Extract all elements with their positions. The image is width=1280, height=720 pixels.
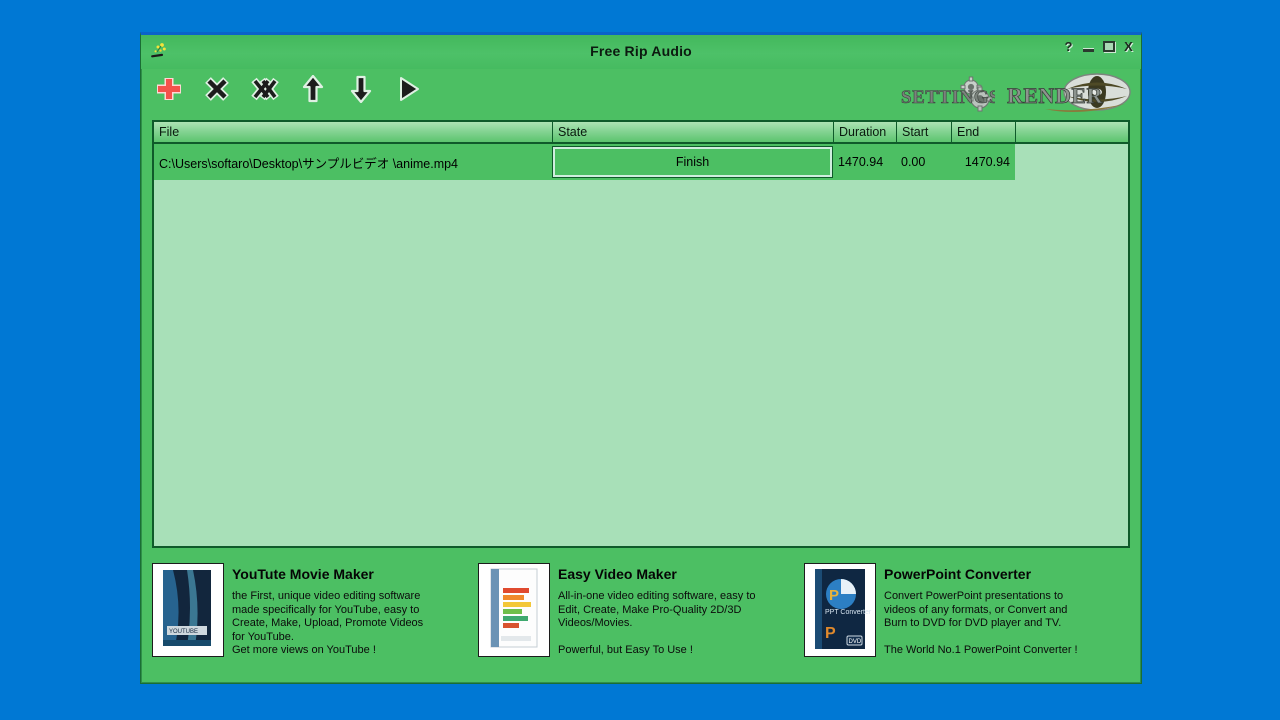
ad-youtube-movie-maker[interactable]: YOUTUBE YouTute Movie Maker the First, u…: [152, 560, 452, 676]
ad-title: Easy Video Maker: [558, 566, 677, 582]
column-header-duration[interactable]: Duration: [833, 122, 896, 142]
close-button[interactable]: X: [1122, 40, 1135, 53]
ad-easy-video-maker[interactable]: Easy Video Maker All-in-one video editin…: [478, 560, 778, 676]
column-header-start[interactable]: Start: [896, 122, 951, 142]
cell-end: 1470.94: [964, 155, 1010, 169]
ad-description: the First, unique video editing software…: [232, 590, 424, 656]
help-icon: ?: [1064, 39, 1073, 54]
ad-title: PowerPoint Converter: [884, 566, 1032, 582]
double-x-icon: [251, 77, 279, 101]
move-down-button[interactable]: [345, 73, 377, 105]
help-button[interactable]: ?: [1062, 40, 1075, 53]
ad-text-block: Easy Video Maker All-in-one video editin…: [558, 560, 756, 676]
ad-description: Convert PowerPoint presentations to vide…: [884, 590, 1078, 656]
ad-powerpoint-converter[interactable]: P PPT Converter P DVD PowerPoint Convert…: [804, 560, 1104, 676]
toolbar: SETTINGS RENDER: [141, 69, 1141, 119]
maximize-icon: [1102, 41, 1115, 52]
svg-text:DVD: DVD: [849, 639, 862, 645]
svg-text:PPT Converter: PPT Converter: [825, 609, 872, 616]
minimize-button[interactable]: [1082, 40, 1095, 53]
column-header-end[interactable]: End: [951, 122, 1015, 142]
file-list[interactable]: File State Duration Start End C:\Users\s…: [152, 120, 1130, 548]
settings-label: SETTINGS: [901, 87, 995, 108]
ad-text-block: YouTute Movie Maker the First, unique vi…: [232, 560, 423, 676]
column-header-file[interactable]: File: [154, 122, 552, 142]
render-button[interactable]: RENDER: [1005, 73, 1135, 117]
arrow-up-icon: [302, 75, 324, 103]
plus-icon: [157, 78, 181, 100]
caption-button-group: ? X: [1062, 40, 1135, 53]
promo-banner-area: YOUTUBE YouTute Movie Maker the First, u…: [152, 560, 1130, 676]
cell-duration: 1470.94: [838, 155, 884, 169]
powerpoint-converter-box-art: P PPT Converter P DVD: [804, 563, 876, 657]
column-header-spacer: [1015, 122, 1125, 142]
svg-text:YOUTUBE: YOUTUBE: [169, 629, 198, 635]
cell-file: C:\Users\softaro\Desktop\サンプルビデオ \anime.…: [159, 156, 459, 171]
column-header-state[interactable]: State: [552, 122, 833, 142]
cell-start: 0.00: [901, 155, 926, 169]
application-window: Free Rip Audio ? X SETTINGS RENDER File …: [140, 32, 1142, 684]
render-label: RENDER: [1007, 83, 1104, 108]
file-list-header: File State Duration Start End: [154, 122, 1128, 144]
remove-file-button[interactable]: [201, 73, 233, 105]
maximize-button[interactable]: [1102, 40, 1115, 53]
arrow-down-icon: [350, 75, 372, 103]
state-badge: Finish: [552, 146, 833, 178]
ad-text-block: PowerPoint Converter Convert PowerPoint …: [884, 560, 1078, 676]
svg-text:P: P: [829, 587, 839, 604]
add-file-button[interactable]: [153, 73, 185, 105]
brand-button-group: SETTINGS RENDER: [899, 73, 1135, 117]
file-list-rows: C:\Users\softaro\Desktop\サンプルビデオ \anime.…: [154, 144, 1128, 180]
settings-button[interactable]: SETTINGS: [899, 75, 995, 115]
ad-title: YouTute Movie Maker: [232, 566, 374, 582]
remove-all-files-button[interactable]: [249, 73, 281, 105]
title-bar: Free Rip Audio ? X: [141, 35, 1141, 69]
close-icon: X: [1124, 39, 1133, 54]
close-x-icon: [205, 77, 229, 101]
easy-video-maker-box-art: [478, 563, 550, 657]
play-button[interactable]: [393, 73, 425, 105]
youtube-movie-maker-box-art: YOUTUBE: [152, 563, 224, 657]
window-title: Free Rip Audio: [590, 43, 692, 59]
ad-description: All-in-one video editing software, easy …: [558, 590, 756, 656]
svg-text:P: P: [825, 625, 836, 642]
play-triangle-icon: [400, 77, 419, 101]
move-up-button[interactable]: [297, 73, 329, 105]
toolbar-icon-group: [153, 73, 425, 105]
cell-state: Finish: [552, 146, 833, 178]
minimize-icon: [1083, 47, 1094, 52]
table-row[interactable]: C:\Users\softaro\Desktop\サンプルビデオ \anime.…: [154, 144, 1015, 180]
